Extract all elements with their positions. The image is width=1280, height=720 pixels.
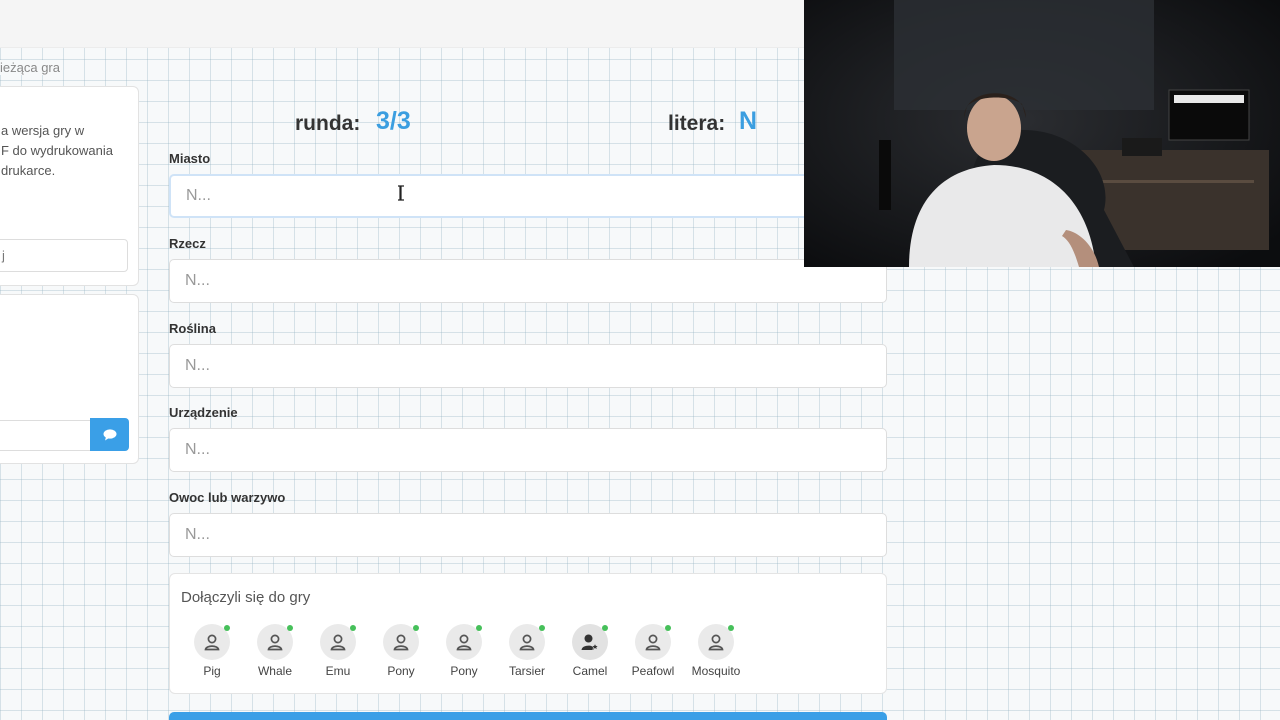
- field-label-urzadzenie: Urządzenie: [169, 405, 238, 420]
- user-icon: [330, 634, 346, 651]
- user-star-icon: [581, 634, 600, 651]
- chat-input[interactable]: [0, 420, 91, 451]
- field-label-owoc-lub-warzywo: Owoc lub warzywo: [169, 490, 286, 505]
- user-icon: [267, 634, 283, 651]
- field-input-roslina[interactable]: [169, 344, 887, 388]
- player-name: Mosquito: [691, 664, 741, 678]
- breadcrumb[interactable]: ieżąca gra: [0, 60, 62, 75]
- joined-players-panel: Dołączyli się do gry Pig Whale Emu Pony: [169, 573, 887, 694]
- user-icon: [204, 634, 220, 651]
- user-icon: [393, 634, 409, 651]
- player-item: Mosquito: [671, 624, 761, 684]
- field-label-roslina: Roślina: [169, 321, 216, 336]
- print-version-text: a wersja gry w F do wydrukowania drukarc…: [1, 121, 141, 181]
- webcam-overlay: [804, 0, 1280, 267]
- joined-players-title: Dołączyli się do gry: [181, 589, 311, 606]
- letter-label: litera:: [668, 112, 726, 135]
- field-label-miasto: Miasto: [169, 151, 211, 166]
- submit-button[interactable]: [169, 712, 887, 720]
- print-text-line: a wersja gry w: [1, 123, 85, 138]
- field-input-owoc-lub-warzywo[interactable]: [169, 513, 887, 557]
- field-input-miasto[interactable]: [169, 174, 887, 218]
- letter-value: N: [739, 107, 758, 135]
- chat-bubble-icon: [103, 428, 116, 440]
- field-label-rzecz: Rzecz: [169, 236, 206, 251]
- sidebar-input[interactable]: j: [0, 239, 128, 272]
- chat-send-button[interactable]: [90, 418, 129, 451]
- round-label: runda:: [295, 112, 361, 135]
- user-icon: [708, 634, 724, 651]
- user-icon: [456, 634, 472, 651]
- online-indicator: [728, 625, 734, 631]
- round-value: 3/3: [376, 107, 411, 135]
- user-icon: [519, 634, 535, 651]
- user-icon: [645, 634, 661, 651]
- text-cursor-icon: [398, 185, 404, 201]
- print-text-line: drukarce.: [1, 163, 56, 178]
- field-input-rzecz[interactable]: [169, 259, 887, 303]
- print-text-line: F do wydrukowania: [1, 143, 113, 158]
- chat-card: [0, 294, 139, 464]
- round-header: runda: 3/3 litera: N: [169, 104, 887, 140]
- field-input-urzadzenie[interactable]: [169, 428, 887, 472]
- webcam-feed-image: [804, 0, 1280, 267]
- print-version-card: a wersja gry w F do wydrukowania drukarc…: [0, 86, 139, 286]
